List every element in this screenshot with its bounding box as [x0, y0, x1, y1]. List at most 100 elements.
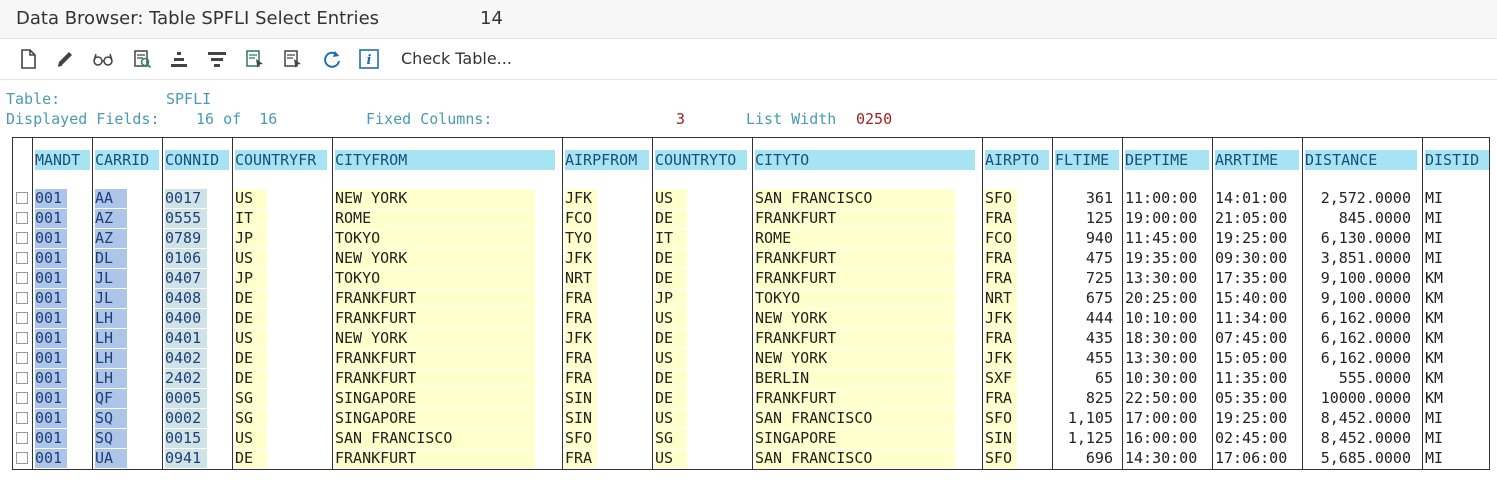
cell-fltime[interactable]: 455 [1055, 349, 1113, 368]
cell-connid[interactable]: 0017 [165, 189, 207, 208]
cell-cityfrom[interactable]: NEW YORK [335, 189, 535, 208]
cell-arrtime[interactable]: 11:34:00 [1215, 309, 1293, 328]
cell-countryfr[interactable]: JP [235, 269, 267, 288]
cell-connid[interactable]: 0400 [165, 309, 207, 328]
cell-distid[interactable]: KM [1425, 289, 1457, 308]
cell-mandt[interactable]: 001 [35, 309, 67, 328]
cell-fltime[interactable]: 725 [1055, 269, 1113, 288]
cell-arrtime[interactable]: 15:05:00 [1215, 349, 1293, 368]
cell-arrtime[interactable]: 05:35:00 [1215, 389, 1293, 408]
cell-deptime[interactable]: 20:25:00 [1125, 289, 1203, 308]
cell-airpto[interactable]: SIN [985, 429, 1017, 448]
cell-countryfr[interactable]: JP [235, 229, 267, 248]
cell-distance[interactable]: 10000.0000 [1305, 389, 1411, 408]
cell-mandt[interactable]: 001 [35, 229, 67, 248]
cell-countryfr[interactable]: SG [235, 409, 267, 428]
cell-connid[interactable]: 0555 [165, 209, 207, 228]
cell-cityfrom[interactable]: FRANKFURT [335, 309, 535, 328]
cell-carrid[interactable]: SQ [95, 429, 127, 448]
cell-connid[interactable]: 2402 [165, 369, 207, 388]
cell-distance[interactable]: 3,851.0000 [1305, 249, 1411, 268]
cell-countryfr[interactable]: US [235, 189, 267, 208]
cell-cityto[interactable]: SINGAPORE [755, 429, 955, 448]
cell-distance[interactable]: 8,452.0000 [1305, 429, 1411, 448]
column-header-airpto[interactable]: AIRPTO [985, 150, 1049, 170]
cell-carrid[interactable]: DL [95, 249, 127, 268]
cell-distid[interactable]: MI [1425, 429, 1457, 448]
cell-deptime[interactable]: 18:30:00 [1125, 329, 1203, 348]
cell-arrtime[interactable]: 09:30:00 [1215, 249, 1293, 268]
cell-countryto[interactable]: DE [655, 249, 687, 268]
cell-countryfr[interactable]: SG [235, 389, 267, 408]
check-button[interactable] [128, 45, 156, 73]
cell-countryto[interactable]: DE [655, 329, 687, 348]
cell-airpfrom[interactable]: NRT [565, 269, 597, 288]
cell-countryfr[interactable]: US [235, 249, 267, 268]
cell-connid[interactable]: 0408 [165, 289, 207, 308]
column-header-airpfrom[interactable]: AIRPFROM [565, 150, 649, 170]
cell-carrid[interactable]: LH [95, 329, 127, 348]
column-header-deptime[interactable]: DEPTIME [1125, 150, 1209, 170]
cell-carrid[interactable]: LH [95, 309, 127, 328]
row-select-checkbox[interactable] [16, 192, 28, 204]
cell-distid[interactable]: KM [1425, 329, 1457, 348]
cell-airpto[interactable]: FRA [985, 329, 1017, 348]
cell-airpto[interactable]: SFO [985, 409, 1017, 428]
cell-connid[interactable]: 0005 [165, 389, 207, 408]
cell-connid[interactable]: 0407 [165, 269, 207, 288]
row-select-checkbox[interactable] [16, 452, 28, 464]
cell-mandt[interactable]: 001 [35, 369, 67, 388]
cell-cityfrom[interactable]: FRANKFURT [335, 289, 535, 308]
cell-distid[interactable]: MI [1425, 409, 1457, 428]
cell-airpto[interactable]: FCO [985, 229, 1017, 248]
cell-deptime[interactable]: 11:45:00 [1125, 229, 1203, 248]
cell-countryfr[interactable]: US [235, 329, 267, 348]
cell-cityto[interactable]: NEW YORK [755, 349, 955, 368]
cell-cityto[interactable]: FRANKFURT [755, 269, 955, 288]
column-header-mandt[interactable]: MANDT [35, 150, 90, 170]
cell-countryfr[interactable]: DE [235, 309, 267, 328]
cell-fltime[interactable]: 475 [1055, 249, 1113, 268]
cell-connid[interactable]: 0941 [165, 449, 207, 468]
cell-distance[interactable]: 6,130.0000 [1305, 229, 1411, 248]
column-header-carrid[interactable]: CARRID [95, 150, 159, 170]
cell-countryfr[interactable]: DE [235, 289, 267, 308]
cell-arrtime[interactable]: 14:01:00 [1215, 189, 1293, 208]
cell-carrid[interactable]: UA [95, 449, 127, 468]
cell-mandt[interactable]: 001 [35, 249, 67, 268]
cell-mandt[interactable]: 001 [35, 269, 67, 288]
new-entry-button[interactable] [14, 45, 42, 73]
cell-distid[interactable]: KM [1425, 349, 1457, 368]
column-header-cityto[interactable]: CITYTO [755, 150, 975, 170]
cell-carrid[interactable]: JL [95, 289, 127, 308]
cell-arrtime[interactable]: 17:06:00 [1215, 449, 1293, 468]
cell-arrtime[interactable]: 21:05:00 [1215, 209, 1293, 228]
cell-arrtime[interactable]: 15:40:00 [1215, 289, 1293, 308]
cell-airpfrom[interactable]: JFK [565, 329, 597, 348]
cell-airpfrom[interactable]: TYO [565, 229, 597, 248]
cell-deptime[interactable]: 19:35:00 [1125, 249, 1203, 268]
cell-cityto[interactable]: ROME [755, 229, 955, 248]
cell-airpto[interactable]: FRA [985, 249, 1017, 268]
row-select-checkbox[interactable] [16, 352, 28, 364]
cell-countryfr[interactable]: DE [235, 349, 267, 368]
cell-mandt[interactable]: 001 [35, 209, 67, 228]
cell-fltime[interactable]: 444 [1055, 309, 1113, 328]
column-header-fltime[interactable]: FLTIME [1055, 150, 1119, 170]
cell-cityto[interactable]: SAN FRANCISCO [755, 189, 955, 208]
cell-distance[interactable]: 2,572.0000 [1305, 189, 1411, 208]
cell-distance[interactable]: 6,162.0000 [1305, 329, 1411, 348]
cell-arrtime[interactable]: 17:35:00 [1215, 269, 1293, 288]
cell-distance[interactable]: 9,100.0000 [1305, 289, 1411, 308]
cell-airpfrom[interactable]: JFK [565, 189, 597, 208]
row-select-checkbox[interactable] [16, 332, 28, 344]
cell-cityfrom[interactable]: FRANKFURT [335, 369, 535, 388]
cell-countryto[interactable]: DE [655, 209, 687, 228]
cell-connid[interactable]: 0015 [165, 429, 207, 448]
cell-arrtime[interactable]: 19:25:00 [1215, 409, 1293, 428]
cell-airpto[interactable]: JFK [985, 349, 1017, 368]
row-select-checkbox[interactable] [16, 212, 28, 224]
row-select-checkbox[interactable] [16, 232, 28, 244]
cell-carrid[interactable]: AZ [95, 209, 127, 228]
cell-countryto[interactable]: US [655, 349, 687, 368]
